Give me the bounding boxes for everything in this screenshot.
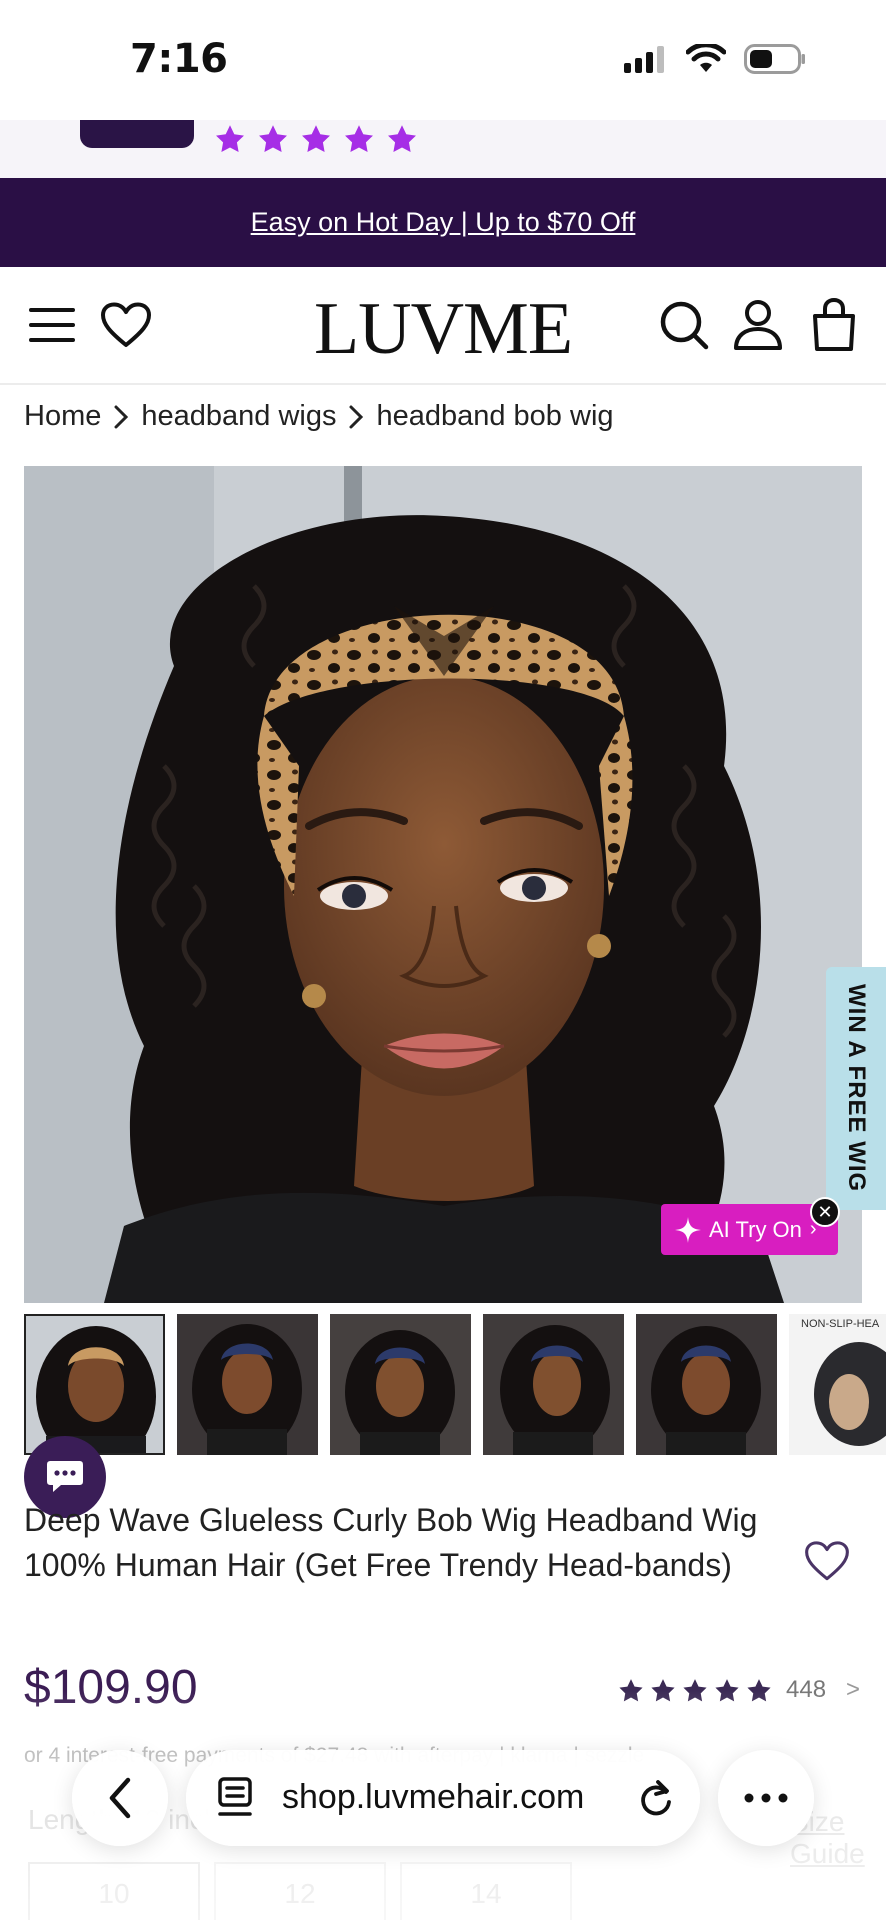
- review-strip: [0, 120, 886, 178]
- win-free-wig-label: WIN A FREE WIG: [843, 984, 870, 1193]
- breadcrumb-headband-wigs[interactable]: headband wigs: [141, 400, 336, 433]
- heart-icon: [805, 1541, 849, 1581]
- back-icon: [109, 1777, 131, 1819]
- thumbnail-photo: [177, 1314, 318, 1455]
- thumbnail-2[interactable]: [177, 1314, 318, 1455]
- thumbnail-photo: [26, 1316, 163, 1453]
- star-icon: [302, 125, 330, 153]
- length-option-14[interactable]: 14: [400, 1862, 572, 1920]
- review-stars: [214, 124, 418, 154]
- chevron-right-icon: >: [846, 1676, 861, 1703]
- address-url: shop.luvmehair.com: [282, 1778, 585, 1816]
- bag-icon: [813, 298, 855, 351]
- product-hero-image[interactable]: [24, 466, 862, 1303]
- close-icon[interactable]: ✕: [810, 1197, 840, 1227]
- star-icon: [715, 1678, 739, 1701]
- length-option-12[interactable]: 12: [214, 1862, 386, 1920]
- star-icon: [747, 1678, 771, 1701]
- review-count: 448: [786, 1676, 827, 1703]
- wifi-icon: [686, 44, 726, 72]
- reload-icon[interactable]: [636, 1776, 676, 1820]
- star-icon: [345, 125, 373, 153]
- length-option-10[interactable]: 10: [28, 1862, 200, 1920]
- search-icon: [660, 301, 709, 350]
- thumbnail-strip: NON-SLIP-HEA: [24, 1314, 886, 1456]
- thumbnail-1[interactable]: [24, 1314, 165, 1455]
- cart-button[interactable]: [806, 297, 862, 353]
- thumbnail-4[interactable]: [483, 1314, 624, 1455]
- status-bar: 7:16: [0, 0, 886, 120]
- review-button[interactable]: [80, 120, 194, 148]
- thumbnail-6[interactable]: NON-SLIP-HEA: [789, 1314, 886, 1455]
- star-icon: [651, 1678, 675, 1701]
- promo-link[interactable]: Easy on Hot Day | Up to $70 Off: [251, 207, 636, 238]
- breadcrumb: Home headband wigs headband bob wig: [24, 400, 614, 433]
- thumbnail-6-label: NON-SLIP-HEA: [801, 1318, 880, 1330]
- breadcrumb-home[interactable]: Home: [24, 400, 101, 433]
- thumbnail-photo: [483, 1314, 624, 1455]
- account-button[interactable]: [730, 297, 786, 353]
- address-bar[interactable]: shop.luvmehair.com: [186, 1750, 700, 1846]
- product-photo: [24, 466, 862, 1303]
- chevron-right-icon: [114, 405, 129, 428]
- win-free-wig-tab[interactable]: WIN A FREE WIG: [826, 967, 886, 1210]
- browser-more-button[interactable]: [718, 1750, 814, 1846]
- chevron-right-icon: [349, 405, 364, 428]
- thumbnail-photo: [330, 1314, 471, 1455]
- product-price: $109.90: [24, 1661, 198, 1714]
- breadcrumb-current: headband bob wig: [376, 400, 614, 432]
- battery-icon: [744, 44, 805, 74]
- browser-back-button[interactable]: [72, 1750, 168, 1846]
- site-header: LUVME: [0, 267, 886, 385]
- search-button[interactable]: [656, 297, 712, 353]
- more-icon: [744, 1793, 788, 1803]
- ai-try-on-label: AI Try On: [709, 1216, 802, 1242]
- star-icon: [388, 125, 416, 153]
- signal-icon: [624, 46, 664, 73]
- product-title: Deep Wave Glueless Curly Bob Wig Headban…: [24, 1502, 758, 1583]
- star-icon: [259, 125, 287, 153]
- star-icon: [216, 125, 244, 153]
- star-icon: [683, 1678, 707, 1701]
- thumbnail-photo: [636, 1314, 777, 1455]
- add-to-wishlist-button[interactable]: [804, 1540, 856, 1590]
- thumbnail-photo: [789, 1314, 886, 1455]
- account-icon: [734, 300, 782, 350]
- status-icons: [622, 44, 806, 74]
- thumbnail-3[interactable]: [330, 1314, 471, 1455]
- promo-banner[interactable]: Easy on Hot Day | Up to $70 Off: [0, 178, 886, 267]
- thumbnail-5[interactable]: [636, 1314, 777, 1455]
- page-icon: [218, 1777, 252, 1816]
- status-time: 7:16: [130, 36, 228, 82]
- product-rating[interactable]: 448 >: [618, 1676, 860, 1704]
- star-icon: [619, 1678, 643, 1701]
- chat-icon: [47, 1461, 83, 1492]
- sparkle-icon: [675, 1216, 701, 1243]
